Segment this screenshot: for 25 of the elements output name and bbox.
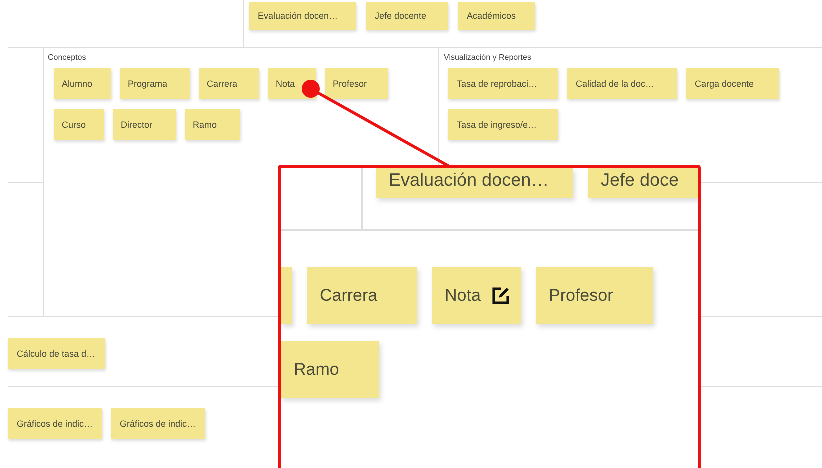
- section-title: Conceptos: [48, 53, 88, 62]
- sticky-note[interactable]: Carrera: [199, 68, 259, 99]
- sticky-note[interactable]: Jefe doce: [588, 168, 698, 198]
- sticky-note[interactable]: Profesor: [325, 68, 388, 99]
- sticky-note[interactable]: Tasa de reprobaci…: [448, 68, 558, 99]
- sticky-note[interactable]: Director: [113, 109, 176, 140]
- sticky-note[interactable]: Ramo: [185, 109, 240, 140]
- sticky-note[interactable]: Evaluación docen…: [249, 2, 356, 30]
- sticky-note[interactable]: Gráficos de indic…: [111, 408, 206, 439]
- sticky-note[interactable]: Gráficos de indic…: [8, 408, 102, 439]
- sticky-note[interactable]: Tasa de ingreso/e…: [448, 109, 558, 140]
- sticky-note[interactable]: Jefe docente: [366, 2, 448, 30]
- sticky-note[interactable]: Académicos: [458, 2, 535, 30]
- sticky-note[interactable]: Carga docente: [686, 68, 779, 99]
- sticky-note[interactable]: Evaluación docen…: [376, 168, 573, 198]
- sticky-note[interactable]: Curso: [54, 109, 104, 140]
- sticky-note[interactable]: Programa: [120, 68, 190, 99]
- sticky-note[interactable]: Alumno: [54, 68, 111, 99]
- sticky-note[interactable]: Ramo: [281, 341, 379, 398]
- section-title: Visualización y Reportes: [444, 53, 532, 62]
- sticky-note[interactable]: Profesor: [536, 267, 653, 324]
- sticky-note[interactable]: Carrera: [307, 267, 417, 324]
- sticky-note[interactable]: Cálculo de tasa d…: [8, 338, 105, 369]
- sticky-note[interactable]: Nota: [432, 267, 521, 324]
- sticky-note[interactable]: Calidad de la doc…: [567, 68, 677, 99]
